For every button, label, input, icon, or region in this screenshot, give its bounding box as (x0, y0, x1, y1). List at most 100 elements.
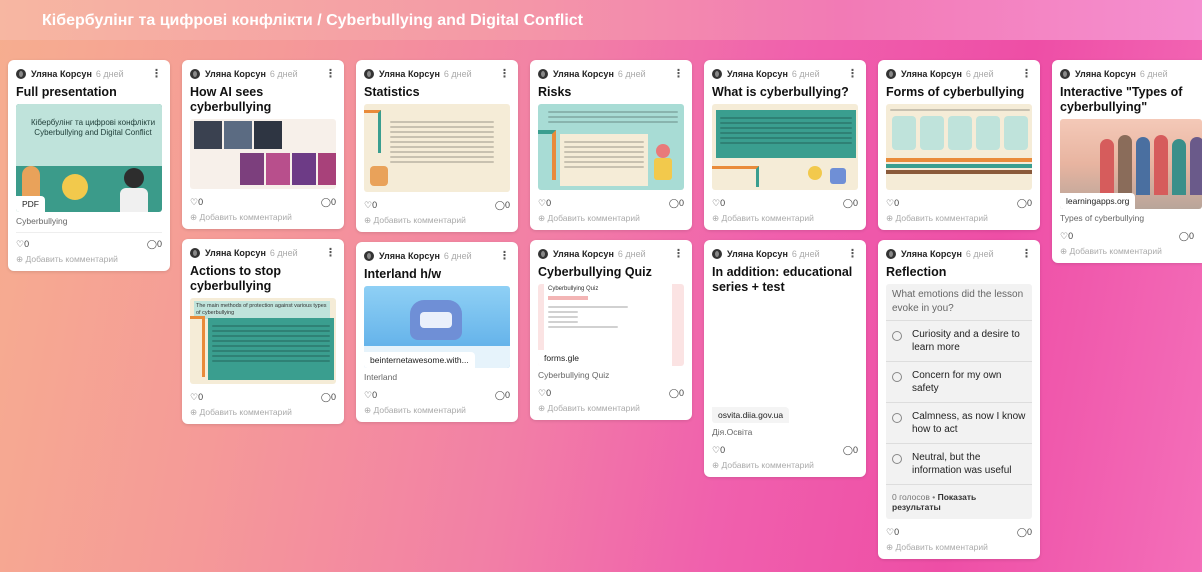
comment-count[interactable]: ◯0 (495, 200, 510, 211)
avatar[interactable] (190, 248, 200, 258)
slide-attachment[interactable] (886, 104, 1032, 190)
avatar[interactable] (886, 69, 896, 79)
avatar[interactable] (886, 249, 896, 259)
slide-attachment[interactable] (538, 104, 684, 190)
comment-count[interactable]: ◯0 (495, 390, 510, 401)
post-card-risks[interactable]: Уляна Корсун 6 дней ⋮ Risks ♡0 ◯0 ⊕ Добавит… (530, 60, 692, 230)
like-button[interactable]: ♡0 (190, 392, 203, 403)
add-comment-button[interactable]: ⊕ Добавить комментарий (1052, 242, 1202, 263)
like-button[interactable]: ♡0 (712, 198, 725, 209)
add-comment-button[interactable]: ⊕ Добавить комментарий (878, 538, 1040, 559)
post-author[interactable]: Уляна Корсун (727, 69, 788, 79)
like-button[interactable]: ♡0 (190, 197, 203, 208)
post-card-interactive-types[interactable]: Уляна Корсун 6 дней Interactive "Types of… (1052, 60, 1202, 263)
link-preview[interactable]: learningapps.org (1060, 119, 1202, 209)
post-author[interactable]: Уляна Корсун (553, 249, 614, 259)
radio-icon[interactable] (892, 331, 902, 341)
avatar[interactable] (364, 251, 374, 261)
more-options-icon[interactable]: ⋮ (1021, 69, 1032, 80)
poll-option[interactable]: Concern for my own safety (886, 361, 1032, 402)
like-button[interactable]: ♡0 (712, 445, 725, 456)
like-button[interactable]: ♡0 (538, 388, 551, 399)
post-card-how-ai-sees[interactable]: Уляна Корсун 6 дней ⋮ How AI sees cyberbul… (182, 60, 344, 229)
post-author[interactable]: Уляна Корсун (901, 249, 962, 259)
slide-attachment[interactable] (364, 104, 510, 192)
slide-attachment[interactable]: The main methods of protection against v… (190, 298, 336, 384)
link-preview[interactable]: beinternetawesome.with... (364, 286, 510, 368)
post-card-full-presentation[interactable]: Уляна Корсун 6 дней ⋮ Full presentation Кі… (8, 60, 170, 271)
post-author[interactable]: Уляна Корсун (379, 251, 440, 261)
radio-icon[interactable] (892, 372, 902, 382)
post-author[interactable]: Уляна Корсун (553, 69, 614, 79)
more-options-icon[interactable]: ⋮ (673, 69, 684, 80)
more-options-icon[interactable]: ⋮ (325, 248, 336, 259)
post-author[interactable]: Уляна Корсун (379, 69, 440, 79)
like-button[interactable]: ♡0 (364, 390, 377, 401)
comment-count[interactable]: ◯0 (843, 198, 858, 209)
comment-count[interactable]: ◯0 (843, 445, 858, 456)
more-options-icon[interactable]: ⋮ (499, 251, 510, 262)
like-button[interactable]: ♡0 (16, 239, 29, 250)
radio-icon[interactable] (892, 454, 902, 464)
add-comment-button[interactable]: ⊕ Добавить комментарий (704, 209, 866, 230)
like-button[interactable]: ♡0 (538, 198, 551, 209)
comment-count[interactable]: ◯0 (1017, 198, 1032, 209)
more-options-icon[interactable]: ⋮ (847, 69, 858, 80)
avatar[interactable] (538, 249, 548, 259)
post-card-actions-to-stop[interactable]: Уляна Корсун 6 дней ⋮ Actions to stop cybe… (182, 239, 344, 424)
like-button[interactable]: ♡0 (886, 527, 899, 538)
post-card-statistics[interactable]: Уляна Корсун 6 дней ⋮ Statistics ♡0 ◯0 ⊕ До… (356, 60, 518, 232)
comment-count[interactable]: ◯0 (669, 388, 684, 399)
comment-count[interactable]: ◯0 (1179, 231, 1194, 242)
avatar[interactable] (538, 69, 548, 79)
avatar[interactable] (16, 69, 26, 79)
like-button[interactable]: ♡0 (886, 198, 899, 209)
more-options-icon[interactable]: ⋮ (1021, 249, 1032, 260)
poll-option[interactable]: Calmness, as now I know how to act (886, 402, 1032, 443)
avatar[interactable] (364, 69, 374, 79)
avatar[interactable] (190, 69, 200, 79)
like-button[interactable]: ♡0 (1060, 231, 1073, 242)
avatar[interactable] (712, 249, 722, 259)
add-comment-button[interactable]: ⊕ Добавить комментарий (356, 401, 518, 422)
slide-attachment[interactable] (712, 104, 858, 190)
add-comment-button[interactable]: ⊕ Добавить комментарий (704, 456, 866, 477)
add-comment-button[interactable]: ⊕ Добавить комментарий (530, 399, 692, 420)
post-author[interactable]: Уляна Корсун (727, 249, 788, 259)
post-card-reflection[interactable]: Уляна Корсун 6 дней ⋮ Reflection What emot… (878, 240, 1040, 559)
link-preview[interactable]: Cyberbullying Quiz forms.gle (538, 284, 684, 366)
pdf-attachment[interactable]: Кібербулінг та цифрові конфлікти Cyberbu… (16, 104, 162, 212)
comment-count[interactable]: ◯0 (1017, 527, 1032, 538)
comment-count[interactable]: ◯0 (321, 197, 336, 208)
post-author[interactable]: Уляна Корсун (901, 69, 962, 79)
post-author[interactable]: Уляна Корсун (1075, 69, 1136, 79)
add-comment-button[interactable]: ⊕ Добавить комментарий (530, 209, 692, 230)
poll-option[interactable]: Curiosity and a desire to learn more (886, 320, 1032, 361)
avatar[interactable] (712, 69, 722, 79)
comment-count[interactable]: ◯0 (147, 239, 162, 250)
poll-option[interactable]: Neutral, but the information was useful (886, 443, 1032, 484)
radio-icon[interactable] (892, 413, 902, 423)
add-comment-button[interactable]: ⊕ Добавить комментарий (356, 211, 518, 232)
more-options-icon[interactable]: ⋮ (673, 249, 684, 260)
image-grid-attachment[interactable] (190, 119, 336, 189)
post-card-forms-of-cyberbullying[interactable]: Уляна Корсун 6 дней ⋮ Forms of cyberbullyi… (878, 60, 1040, 230)
post-card-educational-series[interactable]: Уляна Корсун 6 дней ⋮ In addition: educati… (704, 240, 866, 477)
comment-count[interactable]: ◯0 (321, 392, 336, 403)
more-options-icon[interactable]: ⋮ (151, 69, 162, 80)
add-comment-button[interactable]: ⊕ Добавить комментарий (182, 403, 344, 424)
add-comment-button[interactable]: ⊕ Добавить комментарий (182, 208, 344, 229)
post-author[interactable]: Уляна Корсун (31, 69, 92, 79)
like-button[interactable]: ♡0 (364, 200, 377, 211)
avatar[interactable] (1060, 69, 1070, 79)
more-options-icon[interactable]: ⋮ (325, 69, 336, 80)
add-comment-button[interactable]: ⊕ Добавить комментарий (8, 250, 170, 271)
post-card-cyberbullying-quiz[interactable]: Уляна Корсун 6 дней ⋮ Cyberbullying Quiz C… (530, 240, 692, 420)
post-card-what-is-cyberbullying[interactable]: Уляна Корсун 6 дней ⋮ What is cyberbullyin… (704, 60, 866, 230)
link-preview[interactable]: osvita.diia.gov.ua (712, 299, 858, 423)
comment-count[interactable]: ◯0 (669, 198, 684, 209)
more-options-icon[interactable]: ⋮ (847, 249, 858, 260)
post-card-interland[interactable]: Уляна Корсун 6 дней ⋮ Interland h/w beinte… (356, 242, 518, 422)
more-options-icon[interactable]: ⋮ (499, 69, 510, 80)
post-author[interactable]: Уляна Корсун (205, 69, 266, 79)
